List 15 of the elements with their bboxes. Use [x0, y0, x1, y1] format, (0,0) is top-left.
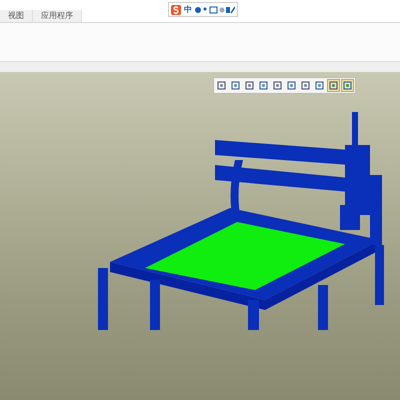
- toolbar-button[interactable]: [299, 79, 312, 92]
- toolbar-button[interactable]: [285, 79, 298, 92]
- toolbar-button[interactable]: [271, 79, 284, 92]
- ribbon-tab[interactable]: 应用程序: [33, 10, 82, 22]
- toolbar-button[interactable]: [327, 79, 340, 92]
- toolbar-button[interactable]: [341, 79, 354, 92]
- ime-logo-icon: [171, 4, 181, 14]
- toolbar-button[interactable]: [313, 79, 326, 92]
- toolbar-button[interactable]: [215, 79, 228, 92]
- ribbon-tab[interactable]: 视图: [0, 10, 33, 22]
- toolbar-button[interactable]: [229, 79, 242, 92]
- ime-tool-icons: [195, 6, 235, 14]
- toolbar-button[interactable]: [257, 79, 270, 92]
- ime-mode[interactable]: 中: [184, 4, 192, 15]
- toolbar-button[interactable]: [243, 79, 256, 92]
